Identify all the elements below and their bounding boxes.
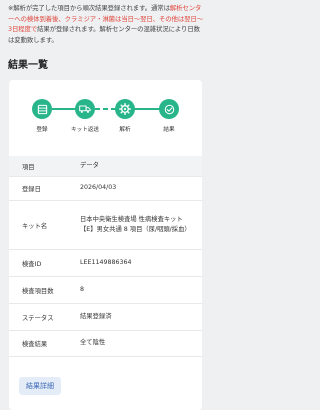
row-key: キット名 [22,222,48,230]
row-value: 全て陰性 [80,339,106,347]
row-key: 検査ID [22,260,42,268]
table-row: 検査結果 全て陰性 [9,331,202,357]
truck-icon [75,99,95,119]
row-value: 日本中央衛生検査場 性病検査キット【E】男女共通 8 項目（尿/咽頭/採血） [80,215,191,234]
result-detail-button[interactable]: 結果詳細 [19,377,61,395]
row-key: 検査結果 [22,341,48,348]
result-table: 項目 データ 登録日 2026/04/03 キット名 日本中央衛生検査場 性病検… [9,156,202,357]
notice-part1: ※解析が完了した項目から順次結果登録されます。通常は [8,4,170,12]
table-row: 登録日 2026/04/03 [9,177,202,201]
progress-stepper: 登録 キット返送 解析 結果 [9,99,202,139]
header-key: 項目 [22,163,35,171]
step-register: 登録 [22,99,62,133]
table-row: ステータス 結果登録済 [9,304,202,331]
table-row: 検査ID LEE1149886364 [9,250,202,277]
table-row: 検査項目数 8 [9,277,202,304]
result-card: 登録 キット返送 解析 結果 項目 データ 登録日 2026/04/03 キット… [9,80,202,410]
row-key: 検査項目数 [22,287,54,295]
step-label: キット返送 [71,127,99,133]
section-title: 結果一覧 [8,60,48,71]
table-header: 項目 データ [9,156,202,177]
row-key: 登録日 [22,186,41,193]
check-icon [159,99,179,119]
notice-text: ※解析が完了した項目から順次結果登録されます。通常は解析センターへの検体到着後、… [8,3,204,45]
table-row: キット名 日本中央衛生検査場 性病検査キット【E】男女共通 8 項目（尿/咽頭/… [9,201,202,250]
step-result: 結果 [149,99,189,133]
gear-icon [115,99,135,119]
header-value: データ [80,161,99,169]
row-value: 結果登録済 [80,312,112,320]
step-label: 登録 [36,127,48,133]
step-analysis: 解析 [105,99,145,133]
step-label: 解析 [119,127,131,133]
notice-part3: 結果が登録されます。解析センターの混雑状況により日数は変動致します。 [8,25,200,44]
row-key: ステータス [22,314,54,322]
step-kit-return: キット返送 [65,99,105,133]
list-icon [32,99,52,119]
row-value: 2026/04/03 [80,184,117,192]
row-value: 8 [80,285,85,293]
step-label: 結果 [163,127,175,133]
row-value: LEE1149886364 [80,258,132,266]
